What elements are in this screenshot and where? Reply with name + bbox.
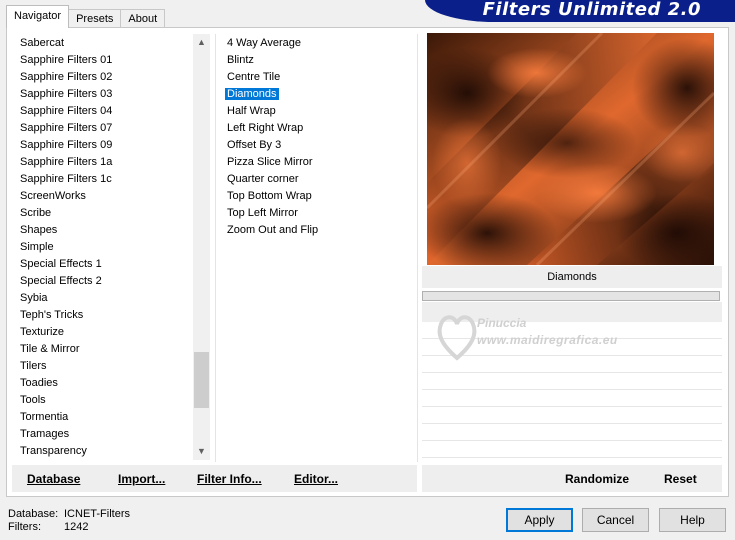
category-item[interactable]: Sapphire Filters 1a [18,154,194,171]
database-label: Database: [8,508,59,520]
preview-image [427,33,714,265]
filter-item-label: Quarter corner [227,173,299,185]
scroll-thumb[interactable] [194,352,209,408]
parameter-row [422,406,722,407]
category-item[interactable]: Sabercat [18,35,194,52]
category-item[interactable]: Sapphire Filters 03 [18,86,194,103]
filter-item[interactable]: Diamonds [225,86,405,103]
category-item[interactable]: Sapphire Filters 09 [18,137,194,154]
filter-item[interactable]: Half Wrap [225,103,405,120]
filter-item[interactable]: Quarter corner [225,171,405,188]
database-info: Database: ICNET-Filters Filters: 1242 [8,508,130,534]
category-scrollbar[interactable]: ▲ ▼ [193,34,210,460]
filter-preview [427,33,714,265]
filter-item-label: Top Left Mirror [227,207,298,219]
category-item[interactable]: Sapphire Filters 02 [18,69,194,86]
filter-item[interactable]: Zoom Out and Flip [225,222,405,239]
filter-item-label: Blintz [227,54,254,66]
tab-strip: Navigator Presets About [6,5,166,28]
scroll-down-icon[interactable]: ▼ [193,443,210,460]
category-item[interactable]: Toadies [18,375,194,392]
editor-button[interactable]: Editor... [294,472,338,486]
category-item[interactable]: Scribe [18,205,194,222]
filter-name-caption: Diamonds [422,266,722,288]
category-item[interactable]: Sapphire Filters 1c [18,171,194,188]
category-item[interactable]: Special Effects 1 [18,256,194,273]
cancel-button[interactable]: Cancel [582,508,649,532]
parameter-row [422,389,722,390]
category-item[interactable]: Sapphire Filters 04 [18,103,194,120]
database-button[interactable]: Database [27,472,80,486]
progress-bar [422,291,720,301]
parameter-row [422,338,722,339]
filter-item[interactable]: Blintz [225,52,405,69]
database-value: ICNET-Filters [64,508,130,520]
reset-button[interactable]: Reset [664,472,697,486]
filters-count-label: Filters: [8,521,41,533]
filter-info-button[interactable]: Filter Info... [197,472,262,486]
filter-item[interactable]: 4 Way Average [225,35,405,52]
filter-item[interactable]: Left Right Wrap [225,120,405,137]
tab-about[interactable]: About [120,9,166,28]
filter-item-label: Left Right Wrap [227,122,304,134]
filter-item[interactable]: Offset By 3 [225,137,405,154]
category-item[interactable]: Tile & Mirror [18,341,194,358]
parameter-row [422,440,722,441]
parameter-area [422,302,722,460]
randomize-button[interactable]: Randomize [565,472,629,486]
filters-count-value: 1242 [64,521,89,533]
parameter-row [422,355,722,356]
category-item[interactable]: Simple [18,239,194,256]
category-item[interactable]: Tilers [18,358,194,375]
filter-item[interactable]: Top Bottom Wrap [225,188,405,205]
logo-text: Filters Unlimited 2.0 [482,0,701,20]
filter-item[interactable]: Pizza Slice Mirror [225,154,405,171]
parameter-row [422,372,722,373]
category-item[interactable]: ScreenWorks [18,188,194,205]
import-button[interactable]: Import... [118,472,165,486]
parameter-row [422,457,722,458]
filter-list[interactable]: 4 Way Average Blintz Centre Tile Diamonds Ha… [225,35,405,239]
category-item[interactable]: Sapphire Filters 01 [18,52,194,69]
navigator-button-bar: Database Import... Filter Info... Editor… [12,465,417,492]
category-item[interactable]: Sapphire Filters 07 [18,120,194,137]
parameter-button-bar: Randomize Reset [422,465,722,492]
filter-item[interactable]: Centre Tile [225,69,405,86]
category-item[interactable]: Special Effects 2 [18,273,194,290]
category-item[interactable]: Tormentia [18,409,194,426]
filters-unlimited-logo: Filters Unlimited 2.0 [425,0,735,22]
column-divider [215,34,216,462]
category-list[interactable]: Sabercat Sapphire Filters 01 Sapphire Filt… [18,35,194,460]
navigator-panel: Sabercat Sapphire Filters 01 Sapphire Filt… [6,27,729,497]
filter-item-label: Diamonds [225,88,279,100]
filter-item-label: Half Wrap [227,105,276,117]
category-item[interactable]: Texturize [18,324,194,341]
filter-item-label: Offset By 3 [227,139,282,151]
category-item[interactable]: Tools [18,392,194,409]
filter-item-label: Zoom Out and Flip [227,224,319,236]
category-item[interactable]: Tramages [18,426,194,443]
filter-item[interactable]: Top Left Mirror [225,205,405,222]
filter-item-label: Pizza Slice Mirror [227,156,313,168]
filter-item-label: Top Bottom Wrap [227,190,312,202]
category-item[interactable]: Shapes [18,222,194,239]
category-item[interactable]: Teph's Tricks [18,307,194,324]
help-button[interactable]: Help [659,508,726,532]
filter-item-label: Centre Tile [227,71,281,83]
category-item[interactable]: Transparency [18,443,194,460]
tab-presets[interactable]: Presets [68,9,122,28]
column-divider [417,34,418,462]
tab-navigator[interactable]: Navigator [6,5,70,28]
filter-item-label: 4 Way Average [227,37,301,49]
category-item[interactable]: Sybia [18,290,194,307]
parameter-header [422,302,722,322]
apply-button[interactable]: Apply [506,508,573,532]
scroll-up-icon[interactable]: ▲ [193,34,210,51]
parameter-row [422,423,722,424]
